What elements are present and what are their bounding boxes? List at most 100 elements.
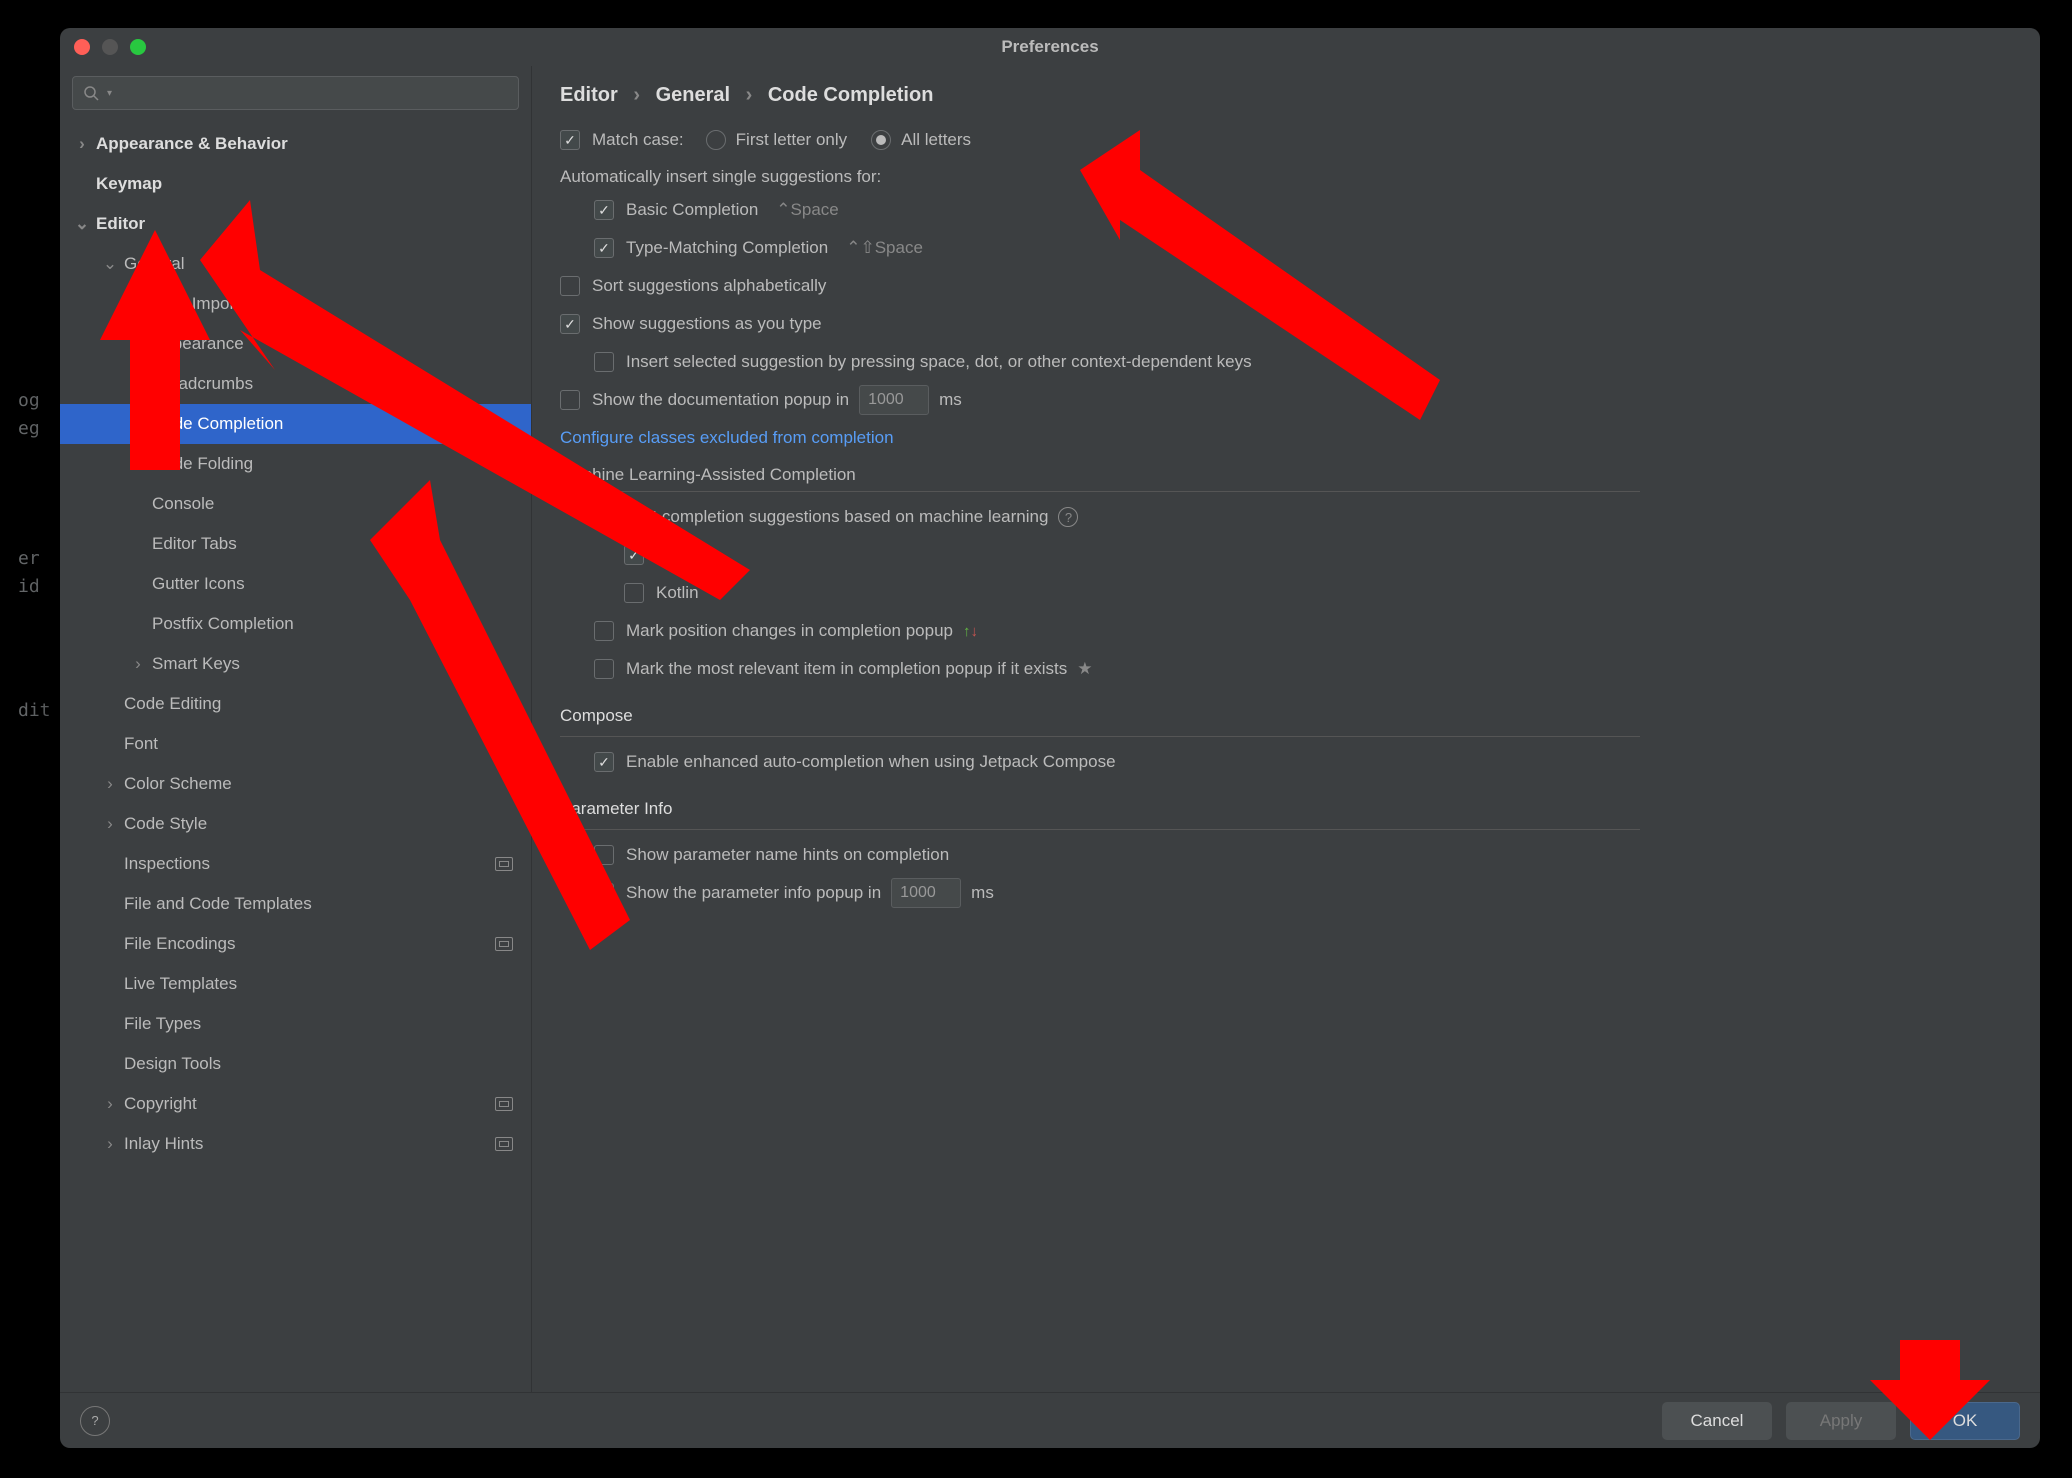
sidebar-item-live-templates[interactable]: ›Live Templates	[60, 964, 531, 1004]
sidebar-item-breadcrumbs[interactable]: ›Breadcrumbs	[60, 364, 531, 404]
param-delay-input[interactable]: 1000	[891, 878, 961, 908]
sidebar-item-code-completion[interactable]: ›Code Completion	[60, 404, 531, 444]
sidebar-item-label: Code Style	[124, 814, 531, 834]
sidebar-item-file-encodings[interactable]: ›File Encodings	[60, 924, 531, 964]
all-letters-radio[interactable]	[871, 130, 891, 150]
compose-enable-checkbox[interactable]	[594, 752, 614, 772]
breadcrumb-editor[interactable]: Editor	[560, 84, 618, 106]
chevron-right-icon: ›	[102, 774, 118, 794]
sidebar-item-inlay-hints[interactable]: ›Inlay Hints	[60, 1124, 531, 1164]
sidebar-item-file-and-code-templates[interactable]: ›File and Code Templates	[60, 884, 531, 924]
type-matching-label: Type-Matching Completion	[626, 238, 828, 258]
sidebar-item-label: Gutter Icons	[152, 574, 531, 594]
basic-completion-checkbox[interactable]	[594, 200, 614, 220]
param-popup-checkbox[interactable]	[594, 883, 614, 903]
sidebar: ▾ ›Appearance & Behavior›Keymap⌄Editor⌄G…	[60, 66, 532, 1392]
sidebar-item-gutter-icons[interactable]: ›Gutter Icons	[60, 564, 531, 604]
search-input[interactable]: ▾	[72, 76, 519, 110]
sidebar-item-file-types[interactable]: ›File Types	[60, 1004, 531, 1044]
settings-tree: ›Appearance & Behavior›Keymap⌄Editor⌄Gen…	[60, 120, 531, 1392]
sidebar-item-inspections[interactable]: ›Inspections	[60, 844, 531, 884]
sidebar-item-postfix-completion[interactable]: ›Postfix Completion	[60, 604, 531, 644]
insert-context-checkbox[interactable]	[594, 352, 614, 372]
sidebar-item-design-tools[interactable]: ›Design Tools	[60, 1044, 531, 1084]
compose-section-title: Compose	[560, 706, 2012, 726]
sidebar-item-label: Inspections	[124, 854, 495, 874]
param-section-title: Parameter Info	[560, 799, 2012, 819]
ml-kotlin-checkbox[interactable]	[624, 583, 644, 603]
doc-delay-input[interactable]: 1000	[859, 385, 929, 415]
mark-relevant-label: Mark the most relevant item in completio…	[626, 659, 1067, 679]
sidebar-item-console[interactable]: ›Console	[60, 484, 531, 524]
sidebar-item-appearance[interactable]: ›Appearance	[60, 324, 531, 364]
ms-label: ms	[971, 883, 994, 903]
basic-completion-label: Basic Completion	[626, 200, 758, 220]
configure-excluded-link[interactable]: Configure classes excluded from completi…	[560, 428, 894, 448]
compose-enable-label: Enable enhanced auto-completion when usi…	[626, 752, 1116, 772]
param-hints-checkbox[interactable]	[594, 845, 614, 865]
search-icon	[83, 85, 99, 101]
content-panel: Editor › General › Code Completion Match…	[532, 66, 2040, 1392]
sidebar-item-label: Keymap	[96, 174, 531, 194]
help-button[interactable]: ?	[80, 1406, 110, 1436]
sidebar-item-editor-tabs[interactable]: ›Editor Tabs	[60, 524, 531, 564]
chevron-right-icon: ›	[74, 134, 90, 154]
chevron-down-icon: ⌄	[102, 254, 118, 274]
sidebar-item-code-editing[interactable]: ›Code Editing	[60, 684, 531, 724]
type-matching-checkbox[interactable]	[594, 238, 614, 258]
sidebar-item-smart-keys[interactable]: › Smart Keys	[60, 644, 531, 684]
sidebar-item-font[interactable]: ›Font	[60, 724, 531, 764]
help-icon[interactable]: ?	[1058, 507, 1078, 527]
mark-position-label: Mark position changes in completion popu…	[626, 621, 953, 641]
breadcrumb-general[interactable]: General	[656, 84, 730, 106]
divider	[560, 736, 1640, 737]
star-icon: ★	[1077, 659, 1092, 679]
mark-position-checkbox[interactable]	[594, 621, 614, 641]
footer: ? Cancel Apply OK	[60, 1392, 2040, 1448]
sidebar-item-label: Copyright	[124, 1094, 495, 1114]
sidebar-item-appearance-behavior[interactable]: › Appearance & Behavior	[60, 124, 531, 164]
first-letter-only-radio[interactable]	[706, 130, 726, 150]
param-popup-label: Show the parameter info popup in	[626, 883, 881, 903]
project-scope-icon	[495, 937, 513, 951]
sidebar-item-code-folding[interactable]: ›Code Folding	[60, 444, 531, 484]
param-hints-label: Show parameter name hints on completion	[626, 845, 949, 865]
ml-section-title: Machine Learning-Assisted Completion	[560, 465, 2012, 485]
sidebar-item-label: Code Completion	[152, 414, 531, 434]
breadcrumb-current: Code Completion	[768, 84, 934, 106]
ml-java-checkbox[interactable]	[624, 545, 644, 565]
divider	[560, 491, 1640, 492]
sidebar-item-label: Postfix Completion	[152, 614, 531, 634]
show-doc-checkbox[interactable]	[560, 390, 580, 410]
mark-relevant-checkbox[interactable]	[594, 659, 614, 679]
sort-alpha-checkbox[interactable]	[560, 276, 580, 296]
ml-sort-checkbox[interactable]	[594, 507, 614, 527]
sidebar-item-color-scheme[interactable]: ›Color Scheme	[60, 764, 531, 804]
sidebar-item-code-style[interactable]: › Code Style	[60, 804, 531, 844]
show-suggestions-checkbox[interactable]	[560, 314, 580, 334]
match-case-label: Match case:	[592, 130, 684, 150]
sidebar-item-auto-import[interactable]: ›Auto Import	[60, 284, 531, 324]
sidebar-item-label: Editor Tabs	[152, 534, 531, 554]
sidebar-item-label: File and Code Templates	[124, 894, 531, 914]
window-title: Preferences	[60, 37, 2040, 57]
sidebar-item-copyright[interactable]: ›Copyright	[60, 1084, 531, 1124]
apply-button[interactable]: Apply	[1786, 1402, 1896, 1440]
sidebar-item-label: Breadcrumbs	[152, 374, 531, 394]
sidebar-item-label: Appearance & Behavior	[96, 134, 531, 154]
chevron-right-icon: ›	[102, 814, 118, 834]
sidebar-item-label: Live Templates	[124, 974, 531, 994]
position-arrows-icon: ↑↓	[963, 623, 978, 640]
sidebar-item-editor[interactable]: ⌄Editor	[60, 204, 531, 244]
sidebar-item-keymap[interactable]: ›Keymap	[60, 164, 531, 204]
sidebar-item-label: Smart Keys	[152, 654, 531, 674]
sidebar-item-general[interactable]: ⌄General	[60, 244, 531, 284]
chevron-right-icon: ›	[130, 654, 146, 674]
sidebar-item-label: File Encodings	[124, 934, 495, 954]
sidebar-item-label: File Types	[124, 1014, 531, 1034]
titlebar: Preferences	[60, 28, 2040, 66]
match-case-checkbox[interactable]	[560, 130, 580, 150]
ok-button[interactable]: OK	[1910, 1402, 2020, 1440]
auto-insert-section-label: Automatically insert single suggestions …	[560, 167, 2012, 187]
cancel-button[interactable]: Cancel	[1662, 1402, 1772, 1440]
